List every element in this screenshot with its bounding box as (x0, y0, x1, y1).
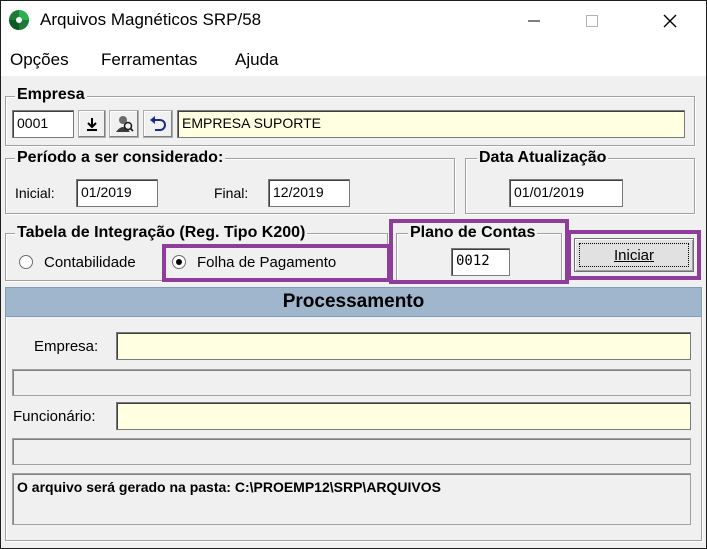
funcionario-progress-bar (12, 438, 691, 465)
radio-contabilidade[interactable] (19, 255, 33, 269)
proc-funcionario-label: Funcionário: (13, 408, 96, 425)
iniciar-highlight-box (567, 230, 701, 280)
undo-button[interactable] (143, 110, 173, 138)
periodo-group-label: Período a ser considerado: (15, 149, 226, 167)
empresa-progress-bar (12, 369, 691, 396)
radio-contabilidade-label[interactable]: Contabilidade (44, 254, 136, 271)
window-title: Arquivos Magnéticos SRP/58 (40, 10, 262, 29)
menu-ferramentas[interactable]: Ferramentas (101, 50, 197, 70)
empresa-name-field: EMPRESA SUPORTE (177, 110, 685, 138)
minimize-button[interactable] (505, 0, 563, 42)
close-button[interactable] (641, 0, 699, 42)
data-atualizacao-group-label: Data Atualização (477, 149, 609, 167)
processamento-header: Processamento (5, 287, 702, 317)
maximize-button[interactable] (563, 0, 621, 42)
final-label: Final: (214, 185, 249, 201)
user-search-icon (116, 116, 134, 132)
plano-highlight-box (389, 219, 569, 284)
menu-ajuda[interactable]: Ajuda (235, 50, 278, 70)
empresa-group-label: Empresa (15, 86, 87, 104)
proc-empresa-label: Empresa: (34, 338, 99, 355)
proc-empresa-field (116, 332, 691, 360)
menu-opcoes[interactable]: Opções (10, 50, 69, 70)
inicial-input[interactable]: 01/2019 (76, 179, 158, 207)
inicial-label: Inicial: (15, 185, 55, 201)
folha-highlight-box (162, 244, 391, 282)
download-icon (87, 118, 97, 131)
proc-funcionario-field (116, 402, 691, 430)
empresa-code-input[interactable]: 0001 (12, 110, 74, 138)
final-input[interactable]: 12/2019 (268, 179, 350, 207)
user-search-button[interactable] (109, 110, 139, 138)
undo-icon (150, 116, 166, 131)
download-button[interactable] (78, 110, 106, 138)
tabela-group-label: Tabela de Integração (Reg. Tipo K200) (15, 224, 308, 242)
output-folder-info: O arquivo será gerado na pasta: C:\PROEM… (12, 473, 691, 525)
data-atualizacao-input[interactable]: 01/01/2019 (509, 179, 623, 207)
app-logo-icon (8, 9, 30, 31)
